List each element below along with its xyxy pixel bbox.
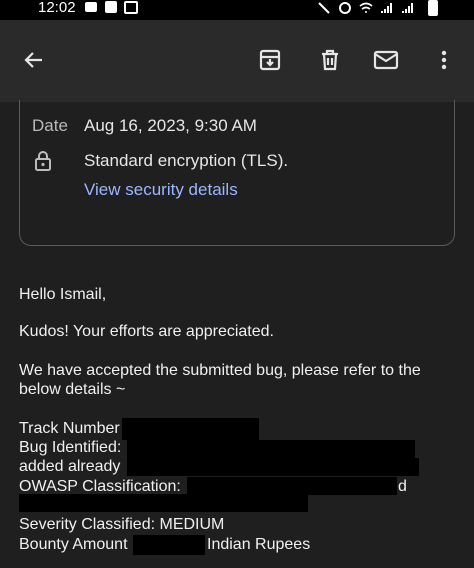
signal-icon — [402, 3, 413, 13]
call-icon — [339, 2, 351, 14]
app-bar — [0, 20, 474, 102]
back-arrow-icon — [24, 52, 42, 68]
signal-icon — [381, 3, 392, 13]
battery-icon — [428, 0, 438, 16]
kudos-line: Kudos! Your efforts are appreciated. — [19, 323, 274, 340]
back-button[interactable] — [20, 46, 48, 74]
date-value: Aug 16, 2023, 9:30 AM — [84, 116, 257, 135]
status-right-icons — [317, 0, 438, 16]
calendar-icon — [124, 1, 138, 14]
mark-unread-button[interactable] — [372, 46, 400, 74]
redaction-box — [133, 535, 205, 555]
view-security-details-link[interactable]: View security details — [84, 180, 238, 200]
delete-button[interactable] — [316, 46, 344, 74]
severity-line: Severity Classified: MEDIUM — [19, 516, 225, 533]
lock-icon — [35, 151, 51, 171]
archive-icon — [259, 49, 281, 71]
redaction-box — [19, 494, 308, 512]
redaction-box — [187, 477, 397, 495]
owasp-trailing-text: d — [398, 478, 407, 495]
accepted-line-1: We have accepted the submitted bug, plea… — [19, 362, 421, 379]
date-label: Date — [32, 116, 68, 135]
bounty-currency: Indian Rupees — [207, 536, 311, 553]
notification-icon — [85, 2, 97, 12]
notification-icon — [105, 1, 117, 13]
more-vert-icon — [441, 50, 447, 70]
bounty-amount-label: Bounty Amount — [19, 536, 128, 553]
track-number-label: Track Number — [19, 420, 120, 437]
more-options-button[interactable] — [430, 46, 458, 74]
redaction-box — [122, 418, 259, 440]
mail-icon — [373, 50, 399, 70]
status-left-icons — [84, 0, 138, 14]
bug-identified-label: Bug Identified: — [19, 439, 122, 456]
mute-icon — [318, 2, 330, 14]
greeting: Hello Ismail, — [19, 286, 107, 303]
archive-button[interactable] — [256, 46, 284, 74]
redaction-box — [127, 440, 415, 460]
delete-icon — [322, 49, 338, 71]
encryption-status: Standard encryption (TLS). — [84, 151, 289, 170]
redaction-box — [127, 458, 419, 476]
accepted-line-2: below details ~ — [19, 381, 126, 398]
status-time: 12:02 — [38, 0, 76, 16]
wifi-icon — [359, 2, 373, 13]
status-bar: 12:02 — [0, 0, 474, 20]
added-already-text: added already — [19, 458, 121, 475]
